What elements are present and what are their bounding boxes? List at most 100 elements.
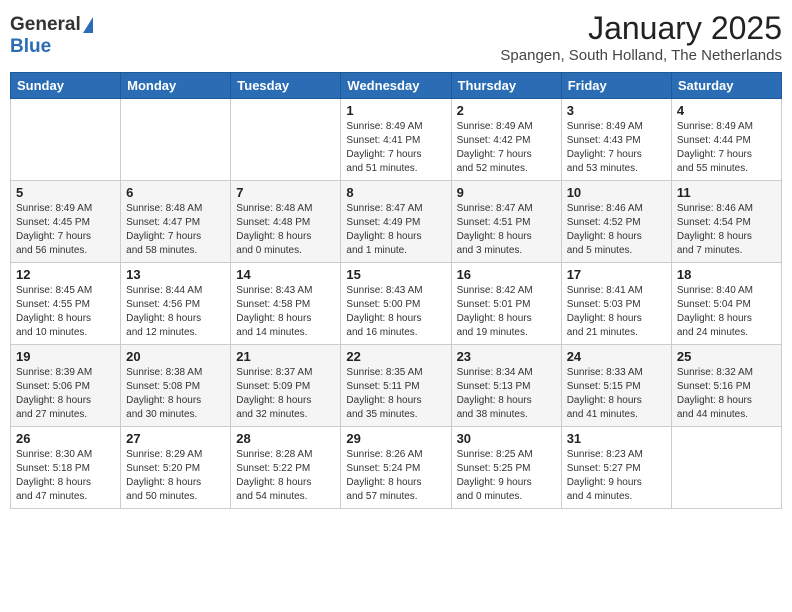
weekday-header-thursday: Thursday — [451, 73, 561, 99]
calendar-cell: 29Sunrise: 8:26 AM Sunset: 5:24 PM Dayli… — [341, 427, 451, 509]
day-number: 5 — [16, 185, 115, 200]
calendar-week-5: 26 Sunrise: 8:30 AM Sunset: 5:18 PM Dayli… — [11, 427, 782, 509]
day-number: 1 — [346, 103, 445, 118]
day-info: Sunrise: 8:49 AM Sunset: 4:44 PM Dayligh… — [677, 120, 776, 176]
day-number: 14 — [236, 267, 335, 282]
day-info: Sunrise: 8:47 AM Sunset: 4:51 PM Dayligh… — [457, 202, 556, 258]
weekday-header-monday: Monday — [121, 73, 231, 99]
day-info: Sunrise: 8:43 AM Sunset: 4:58 PM Dayligh… — [236, 284, 335, 340]
calendar-cell: 12 Sunrise: 8:45 AM Sunset: 4:55 PM Dayli… — [11, 263, 121, 345]
day-number: 4 — [677, 103, 776, 118]
calendar-week-3: 12 Sunrise: 8:45 AM Sunset: 4:55 PM Dayli… — [11, 263, 782, 345]
weekday-header-row: SundayMondayTuesdayWednesdayThursdayFrid… — [11, 73, 782, 99]
calendar-week-2: 5 Sunrise: 8:49 AM Sunset: 4:45 PM Daylig… — [11, 181, 782, 263]
calendar-cell: 1 Sunrise: 8:49 AM Sunset: 4:41 PM Daylig… — [341, 99, 451, 181]
calendar-cell: 9 Sunrise: 8:47 AM Sunset: 4:51 PM Daylig… — [451, 181, 561, 263]
day-info: Sunrise: 8:23 AM Sunset: 5:27 PM Dayligh… — [567, 448, 666, 504]
calendar-cell: 19 Sunrise: 8:39 AM Sunset: 5:06 PM Dayli… — [11, 345, 121, 427]
calendar-cell: 31 Sunrise: 8:23 AM Sunset: 5:27 PM Dayli… — [561, 427, 671, 509]
day-number: 18 — [677, 267, 776, 282]
day-info: Sunrise: 8:33 AM Sunset: 5:15 PM Dayligh… — [567, 366, 666, 422]
day-info: Sunrise: 8:47 AM Sunset: 4:49 PM Dayligh… — [346, 202, 445, 258]
calendar-cell: 28 Sunrise: 8:28 AM Sunset: 5:22 PM Dayli… — [231, 427, 341, 509]
calendar-cell: 2Sunrise: 8:49 AM Sunset: 4:42 PM Daylig… — [451, 99, 561, 181]
calendar-cell: 27 Sunrise: 8:29 AM Sunset: 5:20 PM Dayli… — [121, 427, 231, 509]
calendar-cell: 18Sunrise: 8:40 AM Sunset: 5:04 PM Dayli… — [671, 263, 781, 345]
month-title: January 2025 — [500, 10, 782, 47]
calendar-week-1: 1 Sunrise: 8:49 AM Sunset: 4:41 PM Daylig… — [11, 99, 782, 181]
calendar-cell: 21 Sunrise: 8:37 AM Sunset: 5:09 PM Dayli… — [231, 345, 341, 427]
day-number: 11 — [677, 185, 776, 200]
weekday-header-wednesday: Wednesday — [341, 73, 451, 99]
calendar-cell: 23 Sunrise: 8:34 AM Sunset: 5:13 PM Dayli… — [451, 345, 561, 427]
day-info: Sunrise: 8:32 AM Sunset: 5:16 PM Dayligh… — [677, 366, 776, 422]
weekday-header-sunday: Sunday — [11, 73, 121, 99]
day-number: 19 — [16, 349, 115, 364]
day-info: Sunrise: 8:43 AM Sunset: 5:00 PM Dayligh… — [346, 284, 445, 340]
day-info: Sunrise: 8:49 AM Sunset: 4:41 PM Dayligh… — [346, 120, 445, 176]
day-info: Sunrise: 8:34 AM Sunset: 5:13 PM Dayligh… — [457, 366, 556, 422]
day-info: Sunrise: 8:41 AM Sunset: 5:03 PM Dayligh… — [567, 284, 666, 340]
day-info: Sunrise: 8:37 AM Sunset: 5:09 PM Dayligh… — [236, 366, 335, 422]
calendar-cell: 16 Sunrise: 8:42 AM Sunset: 5:01 PM Dayli… — [451, 263, 561, 345]
day-number: 21 — [236, 349, 335, 364]
calendar-cell: 26 Sunrise: 8:30 AM Sunset: 5:18 PM Dayli… — [11, 427, 121, 509]
day-info: Sunrise: 8:35 AM Sunset: 5:11 PM Dayligh… — [346, 366, 445, 422]
day-number: 15 — [346, 267, 445, 282]
day-info: Sunrise: 8:49 AM Sunset: 4:45 PM Dayligh… — [16, 202, 115, 258]
day-number: 7 — [236, 185, 335, 200]
day-info: Sunrise: 8:39 AM Sunset: 5:06 PM Dayligh… — [16, 366, 115, 422]
day-number: 26 — [16, 431, 115, 446]
day-number: 3 — [567, 103, 666, 118]
day-info: Sunrise: 8:30 AM Sunset: 5:18 PM Dayligh… — [16, 448, 115, 504]
day-number: 16 — [457, 267, 556, 282]
calendar-cell: 7 Sunrise: 8:48 AM Sunset: 4:48 PM Daylig… — [231, 181, 341, 263]
calendar-cell: 4 Sunrise: 8:49 AM Sunset: 4:44 PM Daylig… — [671, 99, 781, 181]
day-number: 27 — [126, 431, 225, 446]
weekday-header-saturday: Saturday — [671, 73, 781, 99]
day-number: 20 — [126, 349, 225, 364]
calendar-cell — [671, 427, 781, 509]
day-info: Sunrise: 8:25 AM Sunset: 5:25 PM Dayligh… — [457, 448, 556, 504]
day-number: 30 — [457, 431, 556, 446]
location-title: Spangen, South Holland, The Netherlands — [500, 47, 782, 64]
day-info: Sunrise: 8:45 AM Sunset: 4:55 PM Dayligh… — [16, 284, 115, 340]
day-number: 25 — [677, 349, 776, 364]
logo: General Blue — [10, 10, 93, 58]
day-number: 24 — [567, 349, 666, 364]
calendar-cell: 10Sunrise: 8:46 AM Sunset: 4:52 PM Dayli… — [561, 181, 671, 263]
weekday-header-tuesday: Tuesday — [231, 73, 341, 99]
logo-general-text: General — [10, 14, 81, 36]
day-number: 17 — [567, 267, 666, 282]
day-number: 28 — [236, 431, 335, 446]
day-info: Sunrise: 8:48 AM Sunset: 4:47 PM Dayligh… — [126, 202, 225, 258]
day-info: Sunrise: 8:46 AM Sunset: 4:52 PM Dayligh… — [567, 202, 666, 258]
calendar-cell: 8 Sunrise: 8:47 AM Sunset: 4:49 PM Daylig… — [341, 181, 451, 263]
calendar-cell: 22Sunrise: 8:35 AM Sunset: 5:11 PM Dayli… — [341, 345, 451, 427]
day-info: Sunrise: 8:42 AM Sunset: 5:01 PM Dayligh… — [457, 284, 556, 340]
day-number: 13 — [126, 267, 225, 282]
day-number: 29 — [346, 431, 445, 446]
day-number: 8 — [346, 185, 445, 200]
calendar-cell — [121, 99, 231, 181]
day-number: 12 — [16, 267, 115, 282]
logo-blue-text: Blue — [10, 36, 51, 58]
calendar-cell: 13Sunrise: 8:44 AM Sunset: 4:56 PM Dayli… — [121, 263, 231, 345]
logo-triangle-icon — [83, 17, 93, 33]
day-number: 9 — [457, 185, 556, 200]
calendar-week-4: 19 Sunrise: 8:39 AM Sunset: 5:06 PM Dayli… — [11, 345, 782, 427]
calendar-cell: 25 Sunrise: 8:32 AM Sunset: 5:16 PM Dayli… — [671, 345, 781, 427]
calendar-cell: 3Sunrise: 8:49 AM Sunset: 4:43 PM Daylig… — [561, 99, 671, 181]
day-info: Sunrise: 8:46 AM Sunset: 4:54 PM Dayligh… — [677, 202, 776, 258]
day-number: 23 — [457, 349, 556, 364]
day-number: 31 — [567, 431, 666, 446]
calendar-cell — [11, 99, 121, 181]
title-block: January 2025 Spangen, South Holland, The… — [500, 10, 782, 64]
day-info: Sunrise: 8:29 AM Sunset: 5:20 PM Dayligh… — [126, 448, 225, 504]
day-info: Sunrise: 8:48 AM Sunset: 4:48 PM Dayligh… — [236, 202, 335, 258]
page-header: General Blue January 2025 Spangen, South… — [10, 10, 782, 64]
day-number: 2 — [457, 103, 556, 118]
day-info: Sunrise: 8:28 AM Sunset: 5:22 PM Dayligh… — [236, 448, 335, 504]
calendar-cell: 17 Sunrise: 8:41 AM Sunset: 5:03 PM Dayli… — [561, 263, 671, 345]
calendar-cell: 15 Sunrise: 8:43 AM Sunset: 5:00 PM Dayli… — [341, 263, 451, 345]
